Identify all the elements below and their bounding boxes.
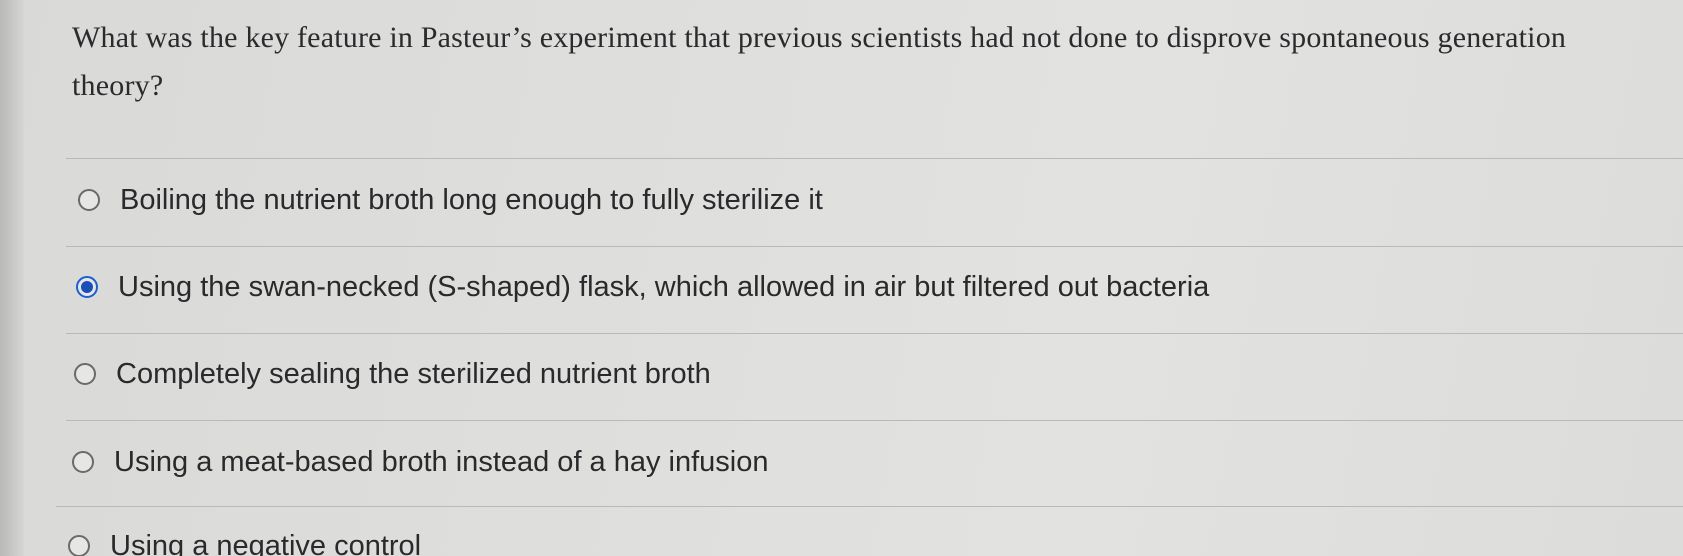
answer-option-meat-broth[interactable]: Using a meat-based broth instead of a ha… (72, 442, 769, 482)
radio-button[interactable] (74, 363, 96, 385)
divider (56, 506, 1683, 507)
answer-option-swan-neck-flask[interactable]: Using the swan-necked (S-shaped) flask, … (76, 267, 1209, 307)
option-label: Completely sealing the sterilized nutrie… (116, 357, 711, 390)
answer-option-sealing[interactable]: Completely sealing the sterilized nutrie… (74, 354, 711, 394)
divider (66, 333, 1683, 334)
radio-button[interactable] (78, 189, 100, 211)
radio-selected-dot (81, 281, 93, 293)
option-label: Using the swan-necked (S-shaped) flask, … (118, 270, 1210, 303)
option-label: Boiling the nutrient broth long enough t… (120, 183, 823, 216)
answer-option-negative-control[interactable]: Using a negative control (68, 526, 421, 556)
radio-button[interactable] (68, 535, 90, 556)
option-label: Using a meat-based broth instead of a ha… (114, 445, 769, 478)
radio-button[interactable] (72, 451, 94, 473)
answer-option-boil[interactable]: Boiling the nutrient broth long enough t… (78, 180, 823, 220)
option-label: Using a negative control (110, 529, 422, 556)
screen-edge (0, 0, 24, 556)
quiz-page: What was the key feature in Pasteur’s ex… (0, 0, 1683, 556)
radio-button-selected[interactable] (76, 276, 98, 298)
divider (66, 158, 1683, 159)
divider (66, 246, 1683, 247)
divider (66, 420, 1683, 421)
question-text: What was the key feature in Pasteur’s ex… (72, 21, 1567, 102)
